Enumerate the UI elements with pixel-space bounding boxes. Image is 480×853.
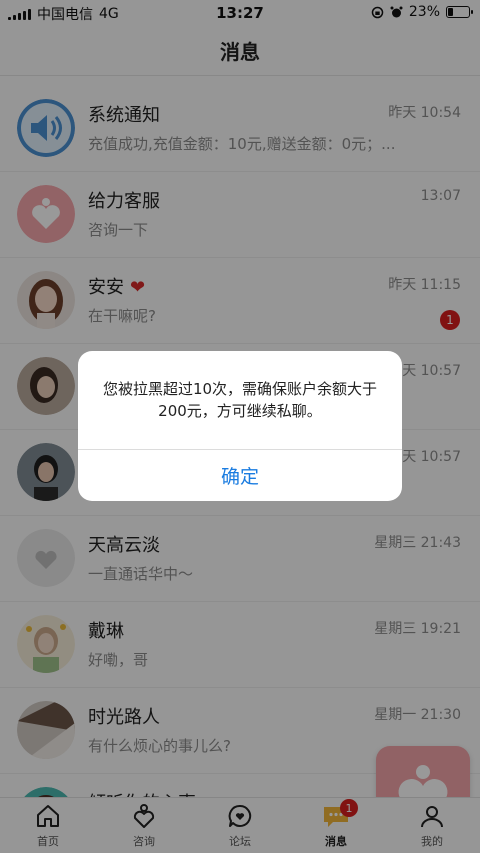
confirm-button[interactable]: 确定 xyxy=(78,450,402,501)
alert-dialog: 您被拉黑超过10次，需确保账户余额大于200元，方可继续私聊。 确定 xyxy=(78,351,402,501)
dialog-message: 您被拉黑超过10次，需确保账户余额大于200元，方可继续私聊。 xyxy=(102,380,378,420)
